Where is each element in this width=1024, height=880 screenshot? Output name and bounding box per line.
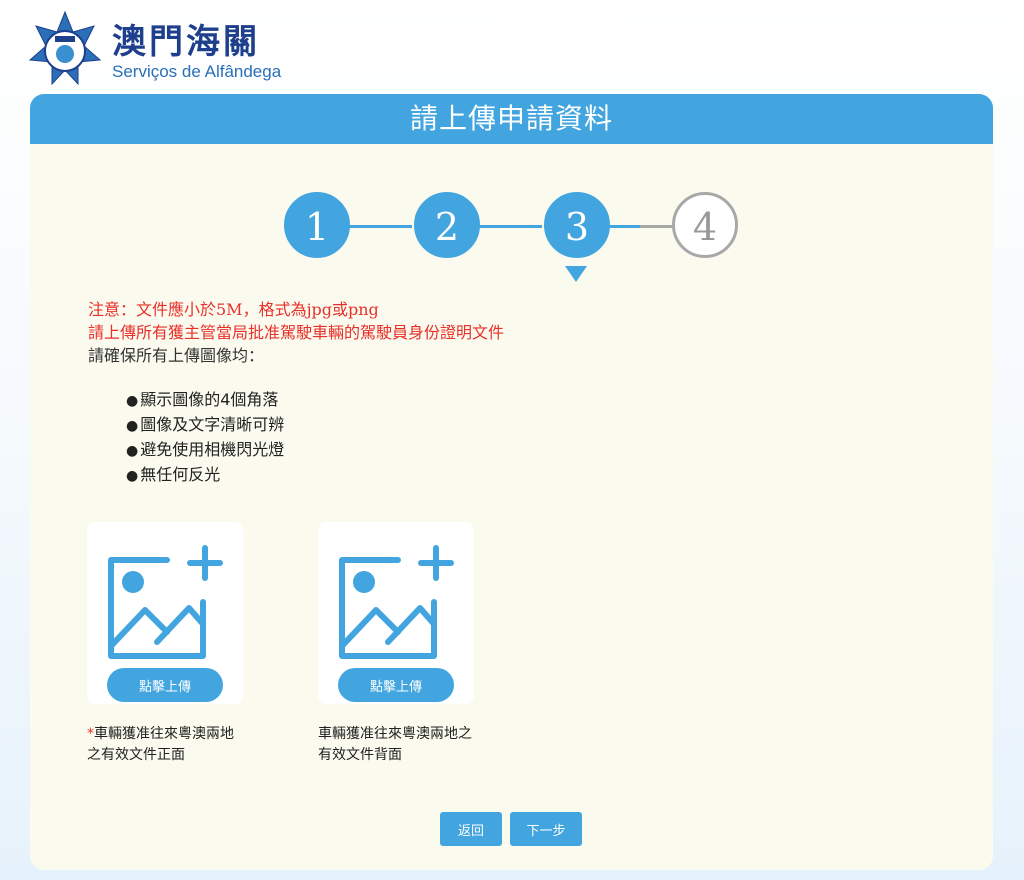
upload-card-front[interactable]: 點擊上傳 xyxy=(87,522,243,704)
brand-name-chinese: 澳門海關 xyxy=(112,22,260,62)
step-connector xyxy=(640,225,672,228)
panel-title: 請上傳申請資料 xyxy=(30,94,993,144)
upload-panel: 請上傳申請資料 1 2 3 4 注意：文件應小於5M，格式為jpg或png 請上… xyxy=(30,94,993,870)
brand-name-portuguese: Serviços de Alfândega xyxy=(112,62,282,81)
file-size-notice: 注意：文件應小於5M，格式為jpg或png xyxy=(88,300,379,319)
image-requirements-heading: 請確保所有上傳圖像均： xyxy=(88,346,265,365)
back-button[interactable]: 返回 xyxy=(440,812,502,846)
add-image-icon xyxy=(339,545,454,659)
upload-requirement-notice: 請上傳所有獲主管當局批准駕駛車輛的駕駛員身份證明文件 xyxy=(88,323,505,342)
upload-front-button[interactable]: 點擊上傳 xyxy=(107,668,223,702)
customs-emblem-icon xyxy=(28,10,102,86)
site-header: 澳門海關 Serviços de Alfândega xyxy=(28,8,428,90)
step-4: 4 xyxy=(672,192,738,258)
required-mark: * xyxy=(87,726,94,742)
upload-back-button[interactable]: 點擊上傳 xyxy=(338,668,454,702)
progress-stepper: 1 2 3 4 xyxy=(30,192,993,262)
step-connector xyxy=(478,225,542,228)
upload-front-label: *車輛獲准往來粵澳兩地之有效文件正面 xyxy=(87,726,234,763)
next-step-button[interactable]: 下一步 xyxy=(510,812,582,846)
current-step-pointer-icon xyxy=(565,266,587,282)
list-item: 避免使用相機閃光燈 xyxy=(126,438,284,463)
step-1: 1 xyxy=(284,192,350,258)
upload-card-back[interactable]: 點擊上傳 xyxy=(318,522,474,704)
step-connector xyxy=(608,225,640,228)
list-item: 無任何反光 xyxy=(126,463,284,488)
step-3-current: 3 xyxy=(544,192,610,258)
list-item: 顯示圖像的4個角落 xyxy=(126,388,284,413)
upload-instructions: 注意：文件應小於5M，格式為jpg或png 請上傳所有獲主管當局批准駕駛車輛的駕… xyxy=(88,298,504,367)
list-item: 圖像及文字清晰可辨 xyxy=(126,413,284,438)
image-requirements-list: 顯示圖像的4個角落 圖像及文字清晰可辨 避免使用相機閃光燈 無任何反光 xyxy=(126,388,284,488)
add-image-icon xyxy=(108,545,223,659)
upload-back-label: 車輛獲准往來粵澳兩地之有效文件背面 xyxy=(318,726,472,763)
step-connector xyxy=(348,225,412,228)
step-2: 2 xyxy=(414,192,480,258)
